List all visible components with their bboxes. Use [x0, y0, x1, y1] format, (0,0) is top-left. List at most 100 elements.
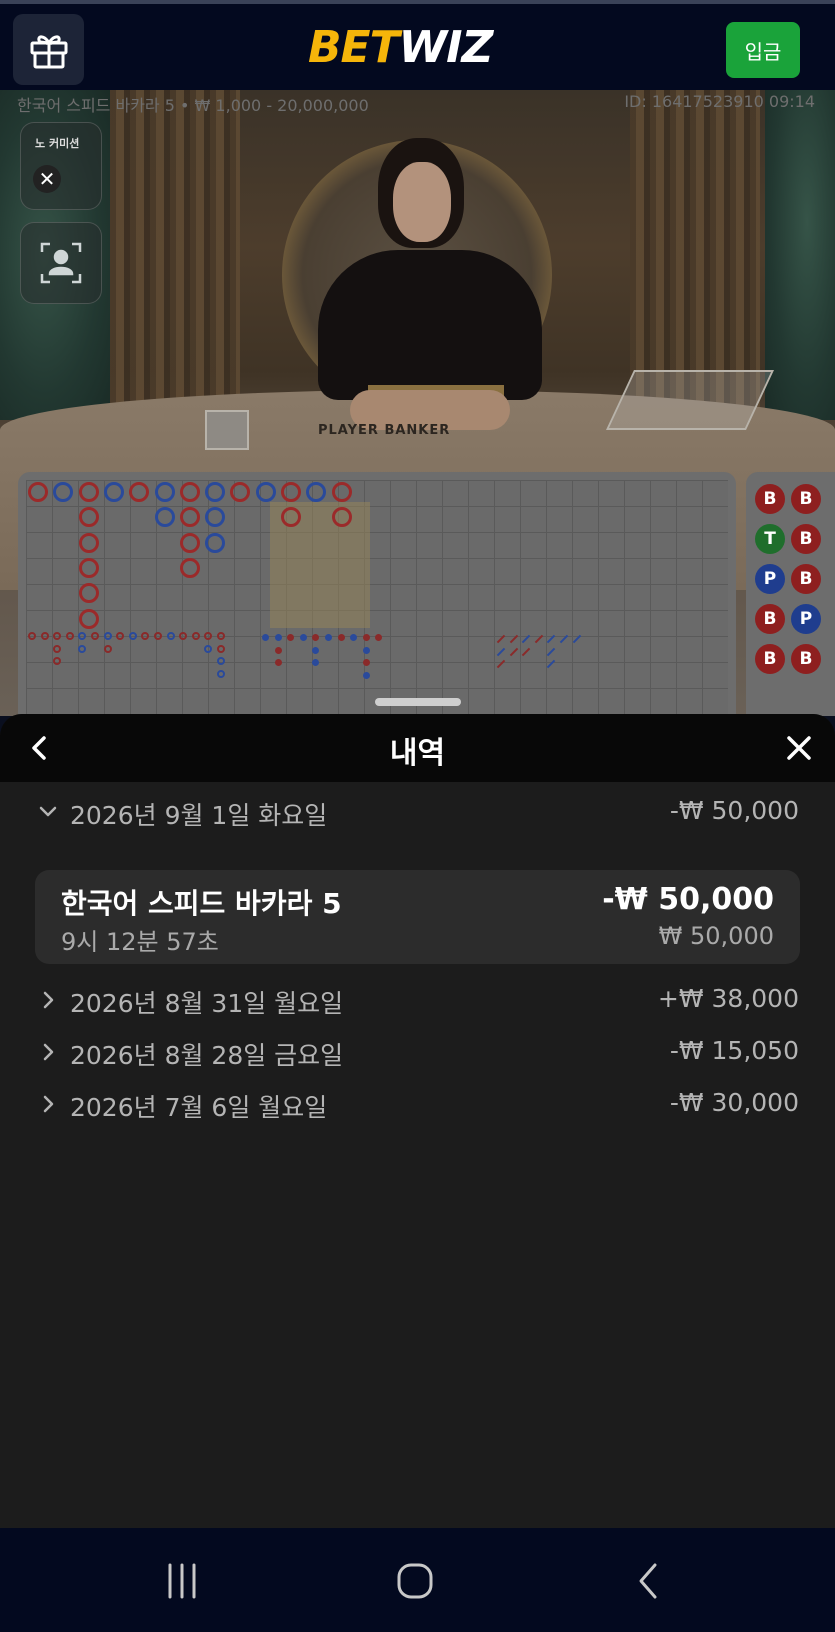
- sheet-drag-handle[interactable]: [375, 698, 461, 706]
- decor-plant: [765, 90, 835, 420]
- player-mark: [103, 482, 124, 502]
- recents-icon: [168, 1563, 196, 1599]
- history-day-row[interactable]: 2026년 8월 28일 금요일 -₩ 15,050: [0, 1032, 835, 1072]
- banker-mark: [78, 482, 99, 502]
- game-info: 한국어 스피드 바카라 5 • ₩ 1,000 - 20,000,000: [17, 96, 369, 115]
- derived-road-mark: [91, 632, 99, 640]
- bet-record[interactable]: 한국어 스피드 바카라 5 9시 12분 57초 -₩ 50,000 ₩ 50,…: [35, 870, 800, 964]
- dealer-profile-button[interactable]: [20, 222, 102, 304]
- chevron-right-icon: [38, 988, 58, 1012]
- history-day-row[interactable]: 2026년 8월 31일 월요일 +₩ 38,000: [0, 980, 835, 1020]
- derived-road-dot: [362, 634, 370, 641]
- close-icon[interactable]: ✕: [33, 165, 61, 193]
- banker-mark: [78, 507, 99, 528]
- gift-button[interactable]: [13, 14, 84, 85]
- bet-result-amount: -₩ 50,000: [602, 882, 774, 917]
- derived-road-mark: [154, 632, 162, 640]
- banker-mark: [179, 557, 200, 578]
- derived-road-dot: [362, 659, 370, 667]
- derived-road-mark: [128, 632, 137, 640]
- user-icon: [40, 242, 82, 284]
- day-amount: -₩ 50,000: [669, 796, 799, 825]
- bead-b: B: [755, 484, 785, 514]
- card-shoe: [606, 370, 774, 430]
- logo-bet: BET: [308, 22, 400, 73]
- bead-b: B: [755, 604, 785, 634]
- day-label: 2026년 8월 28일 금요일: [70, 1041, 344, 1070]
- close-button[interactable]: [779, 728, 819, 768]
- banker-mark: [78, 583, 99, 604]
- day-label: 2026년 8월 31일 월요일: [70, 989, 344, 1018]
- road-scoreboard[interactable]: [18, 472, 736, 716]
- bead-b: B: [791, 644, 821, 674]
- derived-road-mark: [217, 669, 225, 678]
- home-button[interactable]: [385, 1556, 445, 1606]
- logo-wiz: WIZ: [398, 22, 494, 73]
- chevron-down-icon: [38, 800, 58, 824]
- bead-b: B: [791, 524, 821, 554]
- bet-stake: ₩ 50,000: [658, 922, 774, 950]
- banker-mark: [179, 482, 200, 502]
- back-nav-button[interactable]: [619, 1556, 679, 1606]
- derived-road-mark: [65, 632, 74, 640]
- brand-logo[interactable]: BETWIZ: [308, 22, 494, 73]
- banker-mark: [281, 482, 301, 502]
- system-nav-bar: [0, 1528, 835, 1632]
- derived-road-dot: [299, 634, 307, 641]
- history-day-row[interactable]: 2026년 9월 1일 화요일 -₩ 50,000: [0, 792, 835, 832]
- app-root: BETWIZ 입금 PLAYER BANKER 한국어 스피드 바카라 5 • …: [0, 0, 835, 1632]
- bead-plate[interactable]: BTPBBBBBPB: [746, 472, 835, 716]
- table-print: PLAYER BANKER: [318, 423, 451, 438]
- derived-road-dot: [274, 659, 282, 667]
- decor-panel: [110, 90, 240, 420]
- home-icon: [397, 1563, 433, 1599]
- banker-mark: [78, 608, 99, 629]
- gift-icon: [30, 34, 67, 68]
- no-commission-label: 노 커미션: [35, 137, 80, 150]
- derived-road-dot: [312, 646, 320, 654]
- bet-game-name: 한국어 스피드 바카라 5: [61, 887, 342, 920]
- derived-road-dot: [274, 634, 282, 641]
- player-mark: [255, 482, 276, 502]
- banker-mark: [28, 482, 48, 502]
- banker-mark: [331, 482, 352, 502]
- derived-road-dot: [274, 646, 282, 654]
- day-amount: -₩ 30,000: [669, 1088, 799, 1117]
- derived-road-mark: [191, 632, 200, 640]
- derived-road-mark: [28, 632, 36, 640]
- derived-road-mark: [166, 632, 175, 640]
- card-holder: [205, 410, 249, 450]
- recents-button[interactable]: [152, 1556, 212, 1606]
- bet-time: 9시 12분 57초: [61, 928, 219, 956]
- banker-mark: [179, 532, 200, 553]
- deposit-button[interactable]: 입금: [726, 22, 800, 78]
- no-commission-toggle[interactable]: 노 커미션 ✕: [20, 122, 102, 210]
- derived-road-mark: [40, 632, 49, 640]
- chevron-right-icon: [38, 1092, 58, 1116]
- derived-road-dot: [337, 634, 345, 641]
- derived-road-mark: [217, 632, 225, 640]
- day-label: 2026년 7월 6일 월요일: [70, 1093, 328, 1122]
- top-bar: BETWIZ 입금: [0, 0, 835, 90]
- derived-road-dot: [262, 634, 269, 641]
- day-label: 2026년 9월 1일 화요일: [70, 801, 328, 830]
- derived-road-dot: [362, 646, 370, 654]
- bead-p: P: [791, 604, 821, 634]
- derived-road-dot: [362, 671, 370, 679]
- banker-mark: [179, 507, 200, 528]
- sheet-header: 내역: [0, 714, 835, 782]
- derived-road-mark: [217, 644, 225, 653]
- player-mark: [205, 532, 226, 553]
- bead-b: B: [791, 484, 821, 514]
- banker-mark: [78, 532, 99, 553]
- derived-road-mark: [204, 644, 213, 653]
- day-amount: +₩ 38,000: [657, 984, 799, 1013]
- derived-road-mark: [78, 644, 87, 653]
- chevron-right-icon: [38, 1040, 58, 1064]
- history-day-row[interactable]: 2026년 7월 6일 월요일 -₩ 30,000: [0, 1084, 835, 1124]
- banker-mark: [331, 507, 352, 528]
- sheet-title: 내역: [389, 736, 446, 771]
- banker-mark: [78, 557, 99, 578]
- bead-b: B: [791, 564, 821, 594]
- bead-p: P: [755, 564, 785, 594]
